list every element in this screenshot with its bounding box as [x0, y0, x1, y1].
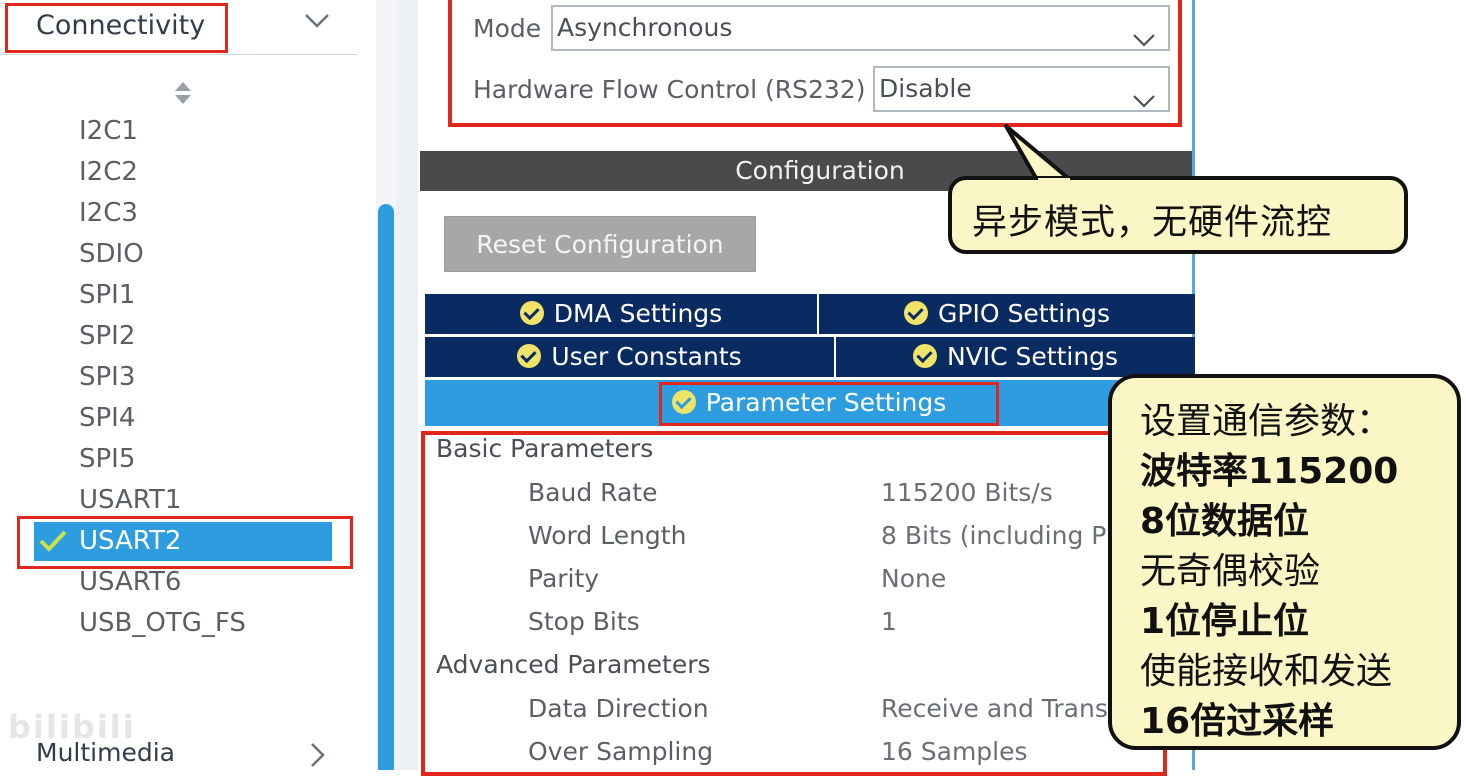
- chevron-right-icon[interactable]: [309, 742, 325, 772]
- peripheral-item-i2c3[interactable]: I2C3: [79, 194, 138, 232]
- sort-icon[interactable]: [174, 80, 192, 110]
- peripheral-item-i2c2[interactable]: I2C2: [79, 153, 138, 191]
- highlight-frame-category: [5, 3, 228, 53]
- reset-configuration-button[interactable]: Reset Configuration: [444, 216, 756, 272]
- tab-dma-label: DMA Settings: [553, 299, 723, 328]
- panel-divider: [396, 0, 418, 770]
- peripheral-item-spi4[interactable]: SPI4: [79, 399, 135, 437]
- callout-line-baud: 波特率115200: [1140, 451, 1399, 492]
- callout-pointer: [1004, 124, 1070, 180]
- chevron-down-icon[interactable]: [304, 12, 330, 34]
- tab-dma-settings[interactable]: DMA Settings: [425, 294, 817, 334]
- highlight-frame-usart2: [17, 516, 353, 569]
- callout-line-direction: 使能接收和发送: [1140, 651, 1393, 692]
- check-circle-icon: [519, 301, 544, 325]
- category-panel: Connectivity I2C1 I2C2 I2C3 SDIO SPI1 SP…: [0, 0, 376, 770]
- tab-gpio-label: GPIO Settings: [938, 299, 1110, 328]
- scrollbar-thumb[interactable]: [378, 204, 394, 770]
- check-circle-icon: [517, 344, 542, 368]
- tab-user-constants-label: User Constants: [551, 342, 742, 371]
- callout-line-data-bits: 8位数据位: [1140, 501, 1310, 542]
- peripheral-item-usb-otg-fs[interactable]: USB_OTG_FS: [79, 604, 246, 642]
- tab-nvic-label: NVIC Settings: [946, 342, 1119, 371]
- peripheral-item-i2c1[interactable]: I2C1: [79, 112, 138, 150]
- callout-line-stop-bits: 1位停止位: [1140, 601, 1310, 642]
- tab-nvic-settings[interactable]: NVIC Settings: [836, 337, 1195, 377]
- category-multimedia-label[interactable]: Multimedia: [36, 738, 175, 767]
- peripheral-item-usart1[interactable]: USART1: [79, 481, 181, 519]
- highlight-frame-parameters: [421, 431, 1167, 776]
- highlight-frame-mode: [448, 0, 1182, 127]
- peripheral-item-spi5[interactable]: SPI5: [79, 440, 135, 478]
- callout-parameter-note: 设置通信参数： 波特率115200 8位数据位 无奇偶校验 1位停止位 使能接收…: [1108, 374, 1461, 750]
- callout-line-parity: 无奇偶校验: [1140, 551, 1321, 592]
- callout-line-oversampling: 16倍过采样: [1140, 701, 1335, 742]
- highlight-frame-parameter-tab: [659, 382, 999, 426]
- tab-gpio-settings[interactable]: GPIO Settings: [819, 294, 1195, 334]
- check-circle-icon: [904, 301, 928, 325]
- tab-user-constants[interactable]: User Constants: [425, 337, 834, 377]
- peripheral-item-spi1[interactable]: SPI1: [79, 276, 135, 314]
- callout-pointer-join: [1038, 178, 1070, 184]
- callout-mode-text: 异步模式，无硬件流控: [972, 203, 1333, 243]
- callout-mode-note: 异步模式，无硬件流控: [948, 176, 1408, 254]
- check-circle-icon: [912, 344, 937, 368]
- peripheral-item-spi2[interactable]: SPI2: [79, 317, 135, 355]
- callout-line-title: 设置通信参数：: [1140, 401, 1393, 442]
- peripheral-item-spi3[interactable]: SPI3: [79, 358, 135, 396]
- peripheral-item-sdio[interactable]: SDIO: [79, 235, 144, 273]
